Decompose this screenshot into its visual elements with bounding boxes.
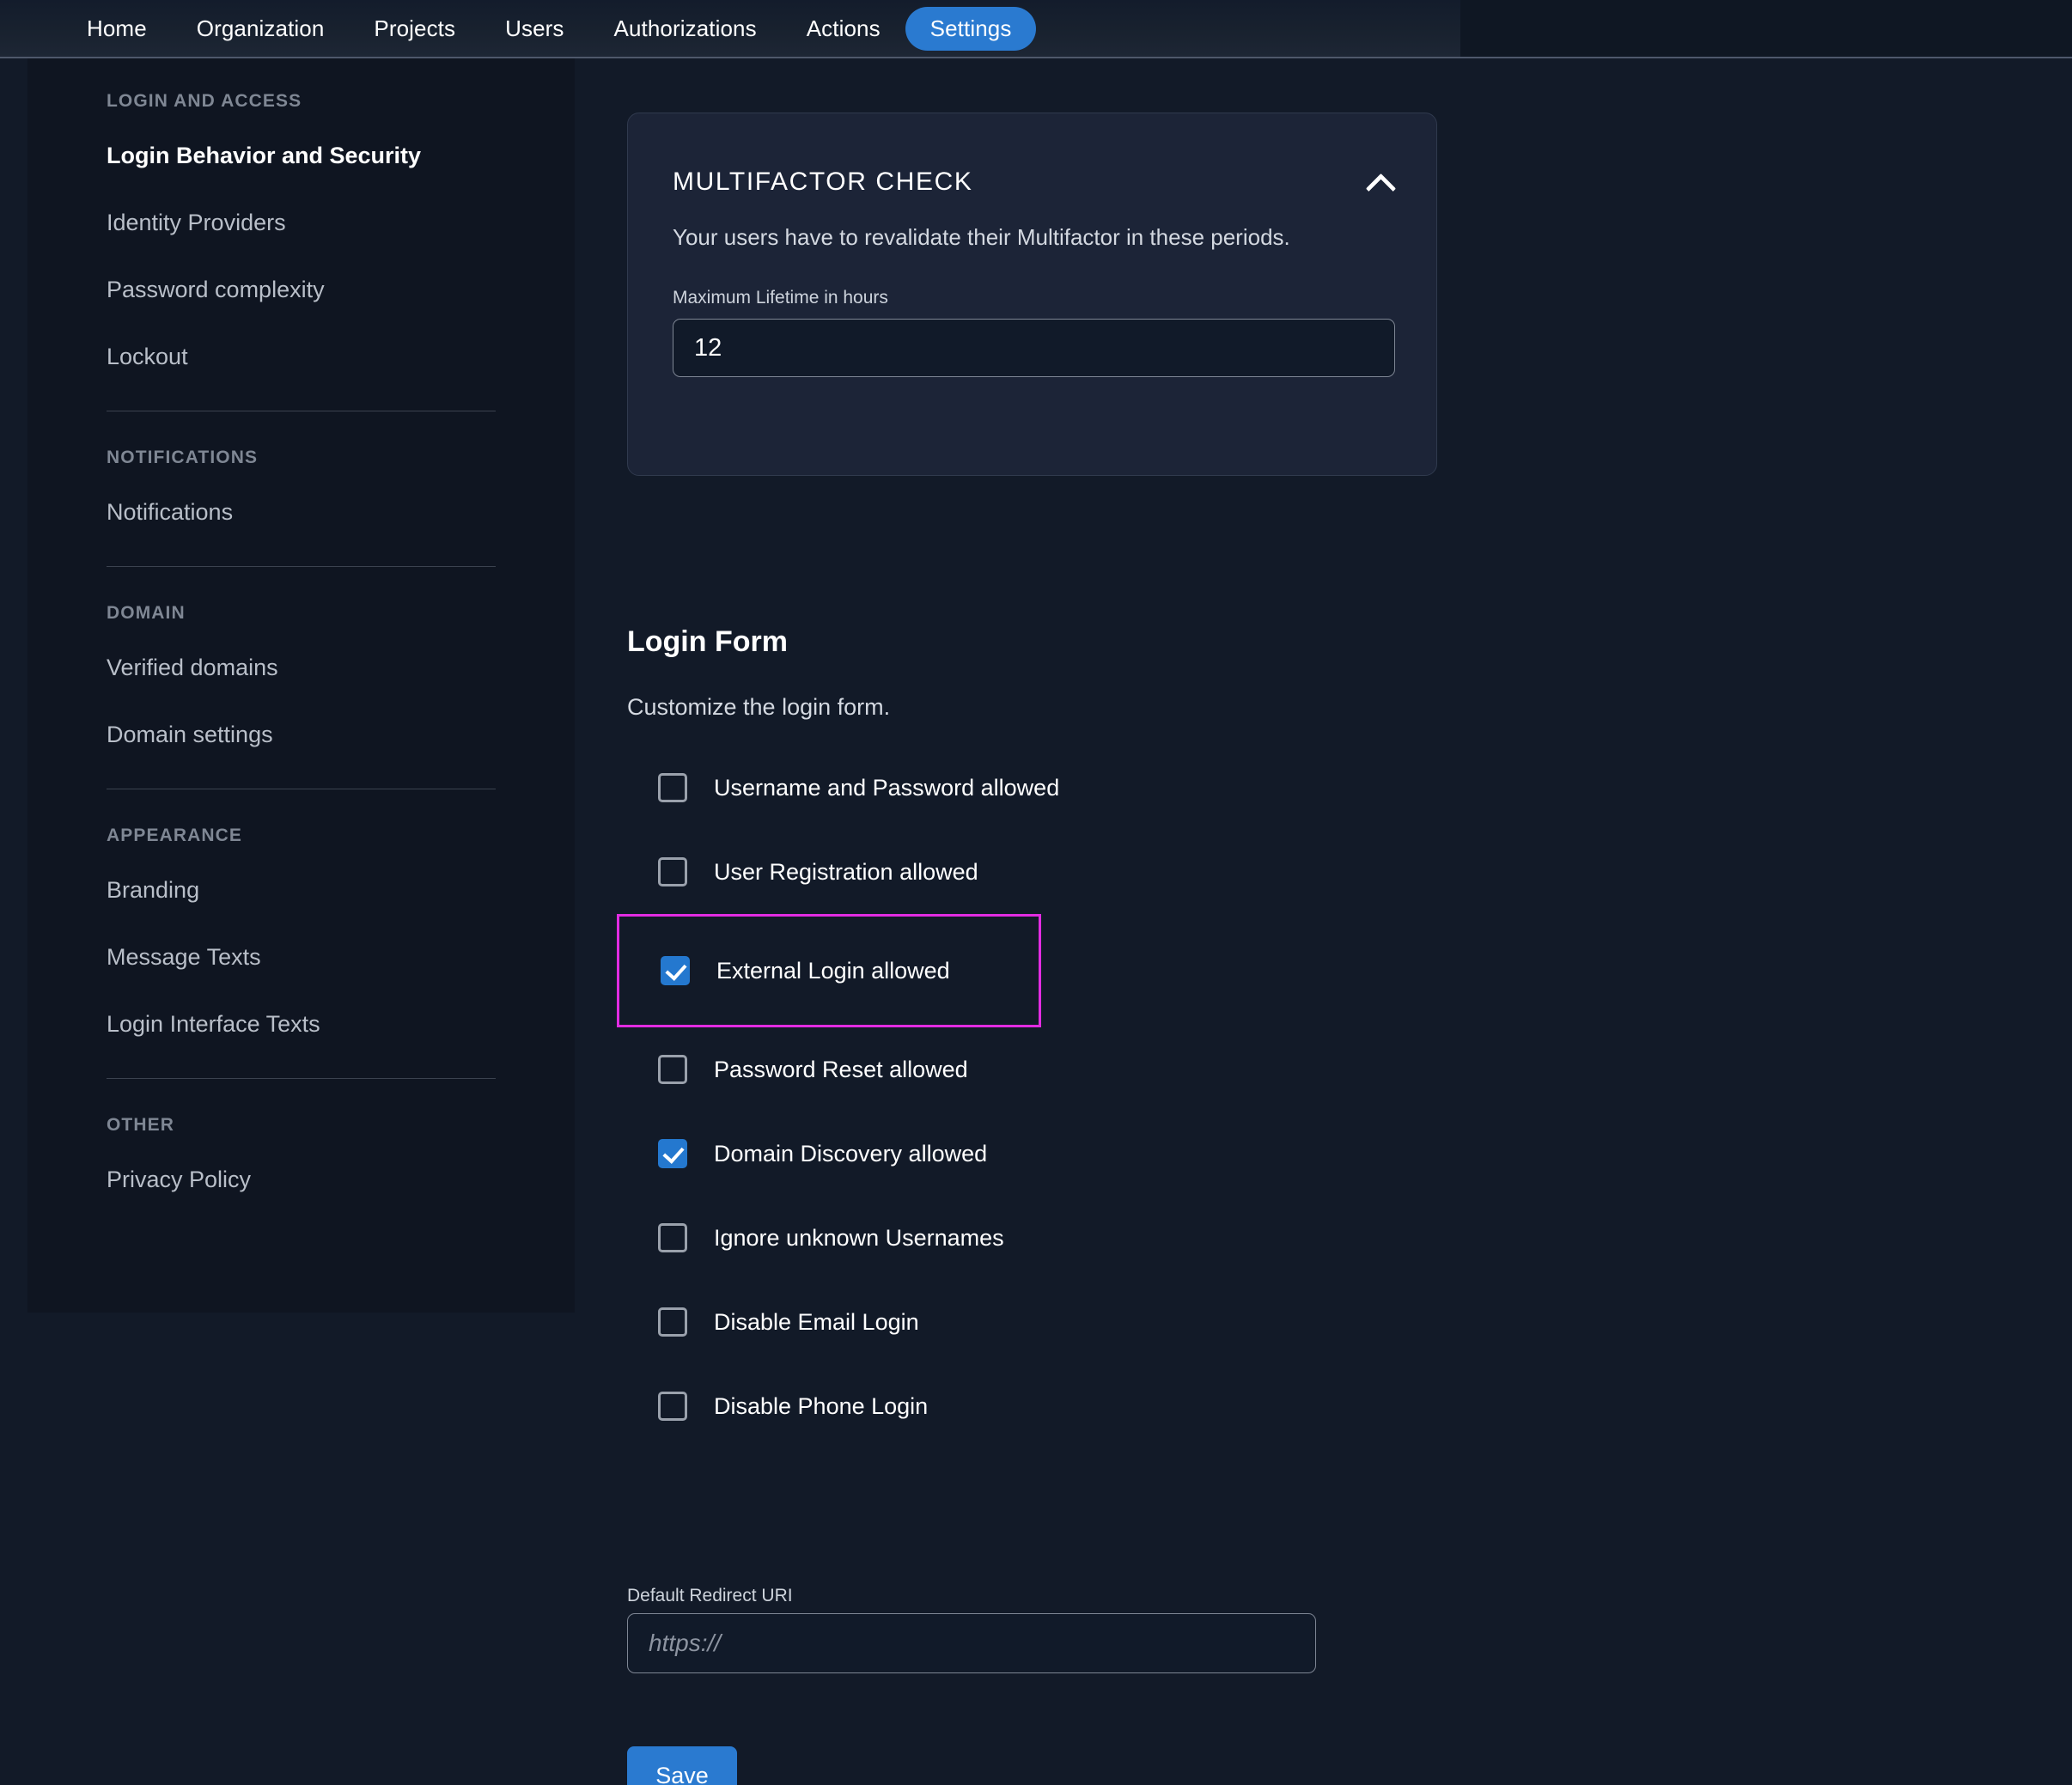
login-form-checkbox-row[interactable]: External Login allowed <box>617 914 1041 1027</box>
login-form-checkbox-row[interactable]: Disable Email Login <box>627 1280 1486 1364</box>
sidebar-group-heading: LOGIN AND ACCESS <box>107 91 302 111</box>
nav-item-authorizations[interactable]: Authorizations <box>589 7 782 51</box>
login-form-checkbox-row[interactable]: Password Reset allowed <box>627 1027 1486 1112</box>
sidebar-group-heading: DOMAIN <box>107 603 186 623</box>
default-redirect-uri-input[interactable] <box>627 1613 1316 1673</box>
login-form-subtitle: Customize the login form. <box>627 694 891 720</box>
nav-item-settings[interactable]: Settings <box>905 6 1037 51</box>
save-button[interactable]: Save <box>627 1746 737 1785</box>
checkbox-user-registration-allowed[interactable] <box>658 857 687 886</box>
checkbox-username-and-password-allowed[interactable] <box>658 773 687 802</box>
nav-item-home[interactable]: Home <box>62 7 172 51</box>
top-navigation-bar: Home Organization Projects Users Authorizati… <box>0 0 2072 58</box>
multifactor-check-card: MULTIFACTOR CHECK Your users have to rev… <box>627 113 1437 476</box>
multifactor-card-description: Your users have to revalidate their Mult… <box>673 224 1290 250</box>
checkbox-disable-phone-login[interactable] <box>658 1392 687 1421</box>
checkbox-external-login-allowed[interactable] <box>661 956 690 985</box>
nav-item-list: Home Organization Projects Users Authorizati… <box>62 6 1037 51</box>
sidebar-item-notifications[interactable]: Notifications <box>27 499 575 526</box>
sidebar-divider <box>107 566 496 567</box>
sidebar-item-login-behavior-and-security[interactable]: Login Behavior and Security <box>27 143 575 169</box>
checkbox-label[interactable]: Disable Email Login <box>714 1309 919 1336</box>
chevron-up-icon[interactable] <box>1366 168 1395 197</box>
checkbox-domain-discovery-allowed[interactable] <box>658 1139 687 1168</box>
sidebar-item-identity-providers[interactable]: Identity Providers <box>27 210 575 236</box>
checkbox-label[interactable]: External Login allowed <box>716 958 950 984</box>
login-form-checkbox-row[interactable]: Domain Discovery allowed <box>627 1112 1486 1196</box>
checkbox-password-reset-allowed[interactable] <box>658 1055 687 1084</box>
settings-main-content: MULTIFACTOR CHECK Your users have to rev… <box>575 58 2072 1785</box>
multifactor-card-header: MULTIFACTOR CHECK <box>628 113 1436 197</box>
nav-item-projects[interactable]: Projects <box>349 7 480 51</box>
checkbox-label[interactable]: Disable Phone Login <box>714 1393 928 1420</box>
nav-item-actions[interactable]: Actions <box>782 7 905 51</box>
login-form-checkbox-row[interactable]: User Registration allowed <box>627 830 1486 914</box>
login-form-checkbox-list: Username and Password allowed User Regist… <box>617 746 1486 1448</box>
sidebar-item-domain-settings[interactable]: Domain settings <box>27 722 575 748</box>
checkbox-label[interactable]: Domain Discovery allowed <box>714 1141 987 1167</box>
checkbox-disable-email-login[interactable] <box>658 1307 687 1337</box>
sidebar-item-password-complexity[interactable]: Password complexity <box>27 277 575 303</box>
sidebar-item-verified-domains[interactable]: Verified domains <box>27 655 575 681</box>
maximum-lifetime-input[interactable] <box>673 319 1395 377</box>
checkbox-label[interactable]: Ignore unknown Usernames <box>714 1225 1004 1252</box>
login-form-checkbox-row[interactable]: Username and Password allowed <box>627 746 1486 830</box>
sidebar-item-privacy-policy[interactable]: Privacy Policy <box>27 1167 575 1193</box>
sidebar-item-lockout[interactable]: Lockout <box>27 344 575 370</box>
login-form-checkbox-row[interactable]: Disable Phone Login <box>627 1364 1486 1448</box>
checkbox-label[interactable]: Username and Password allowed <box>714 775 1059 801</box>
checkbox-ignore-unknown-usernames[interactable] <box>658 1223 687 1252</box>
sidebar-group-heading: NOTIFICATIONS <box>107 448 259 467</box>
multifactor-card-title: MULTIFACTOR CHECK <box>673 168 973 196</box>
sidebar-item-branding[interactable]: Branding <box>27 877 575 904</box>
sidebar-divider <box>107 1078 496 1079</box>
maximum-lifetime-label: Maximum Lifetime in hours <box>673 288 888 308</box>
checkbox-label[interactable]: Password Reset allowed <box>714 1057 968 1083</box>
default-redirect-uri-label: Default Redirect URI <box>627 1586 793 1605</box>
sidebar-group-heading: APPEARANCE <box>107 825 243 845</box>
sidebar-item-message-texts[interactable]: Message Texts <box>27 944 575 971</box>
app-root: Home Organization Projects Users Authorizati… <box>0 0 2072 1785</box>
nav-item-organization[interactable]: Organization <box>172 7 350 51</box>
checkbox-label[interactable]: User Registration allowed <box>714 859 978 886</box>
login-form-title: Login Form <box>627 625 788 658</box>
sidebar-group-heading: OTHER <box>107 1115 174 1135</box>
sidebar-item-login-interface-texts[interactable]: Login Interface Texts <box>27 1011 575 1038</box>
nav-item-users[interactable]: Users <box>480 7 588 51</box>
settings-sidebar: LOGIN AND ACCESS Login Behavior and Secur… <box>27 58 575 1313</box>
login-form-checkbox-row[interactable]: Ignore unknown Usernames <box>627 1196 1486 1280</box>
